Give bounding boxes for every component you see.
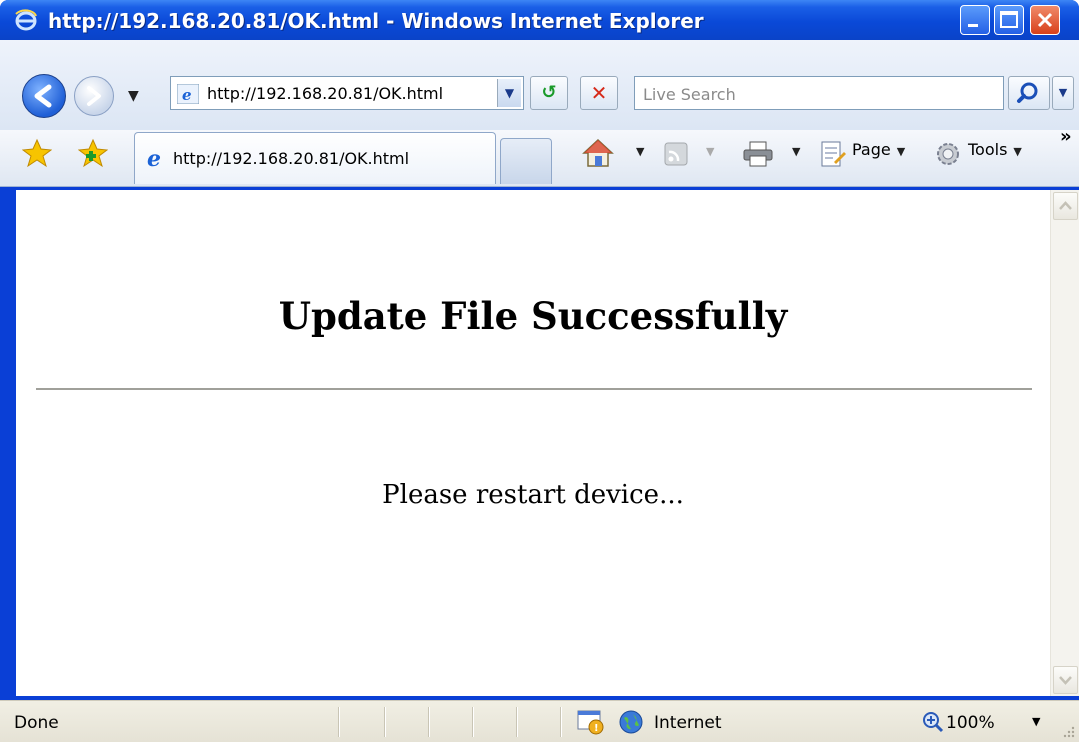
minimize-button[interactable] [960, 5, 990, 35]
favorites-center-icon[interactable] [22, 138, 52, 168]
page-content: Update File Successfully Please restart … [16, 190, 1050, 696]
vertical-scrollbar[interactable] [1050, 190, 1079, 696]
window-title: http://192.168.20.81/OK.html - Windows I… [48, 9, 704, 33]
gear-icon [937, 143, 959, 165]
status-separator [338, 707, 340, 737]
svg-text:!: ! [594, 723, 599, 734]
title-bar[interactable]: http://192.168.20.81/OK.html - Windows I… [0, 0, 1079, 40]
tools-menu[interactable]: Tools ▼ [968, 140, 1022, 159]
arrow-right-icon [87, 86, 101, 106]
back-button[interactable] [22, 74, 66, 118]
security-zone-label: Internet [654, 713, 722, 733]
status-separator [472, 707, 474, 737]
internet-zone-icon [619, 710, 643, 734]
ie-page-icon: e [177, 84, 199, 104]
address-bar[interactable]: e http://192.168.20.81/OK.html ▼ [170, 76, 524, 110]
search-button[interactable] [1008, 76, 1050, 110]
status-separator [384, 707, 386, 737]
zoom-level[interactable]: 100% [946, 713, 995, 733]
recent-pages-dropdown[interactable]: ▼ [128, 88, 139, 104]
zoom-icon [923, 712, 944, 733]
feeds-dropdown[interactable]: ▼ [700, 140, 714, 159]
home-icon[interactable] [582, 138, 614, 168]
close-button[interactable] [1030, 5, 1060, 35]
new-tab-button[interactable] [500, 138, 552, 184]
stop-button[interactable]: ✕ [580, 76, 618, 110]
refresh-button[interactable]: ↺ [530, 76, 568, 110]
address-url: http://192.168.20.81/OK.html [207, 84, 444, 103]
tab-active[interactable]: e http://192.168.20.81/OK.html [134, 132, 496, 184]
resize-grip-icon[interactable] [1062, 725, 1076, 739]
home-dropdown[interactable]: ▼ [630, 140, 644, 159]
address-dropdown[interactable]: ▼ [497, 79, 521, 107]
close-icon [1037, 12, 1053, 28]
tab-label: http://192.168.20.81/OK.html [173, 149, 410, 168]
maximize-button[interactable] [994, 5, 1024, 35]
status-separator [560, 707, 562, 737]
page-menu[interactable]: Page ▼ [852, 140, 905, 159]
status-bar: Done ! Internet 100% ▼ [0, 700, 1079, 742]
page-message: Please restart device... [382, 480, 684, 510]
ie-logo-icon [15, 9, 37, 31]
status-text: Done [14, 713, 59, 733]
refresh-icon: ↺ [541, 82, 557, 103]
maximize-icon [1000, 11, 1018, 28]
page-menu-label: Page [852, 140, 891, 159]
chevron-down-icon [1059, 676, 1072, 685]
rss-feed-icon[interactable] [664, 142, 688, 166]
zoom-dropdown[interactable]: ▼ [1032, 715, 1040, 728]
search-options-dropdown[interactable]: ▼ [1052, 76, 1074, 110]
tools-menu-label: Tools [968, 140, 1008, 159]
status-separator [428, 707, 430, 737]
scroll-up-button[interactable] [1053, 192, 1078, 220]
magnifier-icon [1017, 82, 1038, 103]
protected-mode-icon[interactable]: ! [576, 709, 606, 735]
page-heading: Update File Successfully [278, 294, 788, 338]
horizontal-rule [36, 388, 1032, 390]
chevron-down-icon: ▼ [504, 86, 515, 100]
chevron-up-icon [1059, 201, 1072, 210]
print-icon[interactable] [742, 140, 774, 168]
print-dropdown[interactable]: ▼ [786, 140, 800, 159]
status-separator [516, 707, 518, 737]
svg-text:e: e [182, 86, 192, 104]
search-placeholder: Live Search [643, 85, 736, 104]
ie-page-icon: e [147, 147, 161, 169]
browser-window: http://192.168.20.81/OK.html - Windows I… [0, 0, 1079, 742]
add-favorite-icon[interactable] [78, 138, 108, 168]
search-input[interactable]: Live Search [634, 76, 1004, 110]
svg-text:e: e [147, 147, 161, 169]
stop-icon: ✕ [590, 81, 608, 105]
forward-button[interactable] [74, 76, 114, 116]
page-icon [821, 141, 846, 167]
more-commands-chevron-icon[interactable]: » [1060, 126, 1072, 147]
arrow-left-icon [34, 84, 52, 108]
minimize-icon [968, 24, 978, 27]
scroll-down-button[interactable] [1053, 666, 1078, 694]
chevron-down-icon: ▼ [1058, 86, 1068, 99]
